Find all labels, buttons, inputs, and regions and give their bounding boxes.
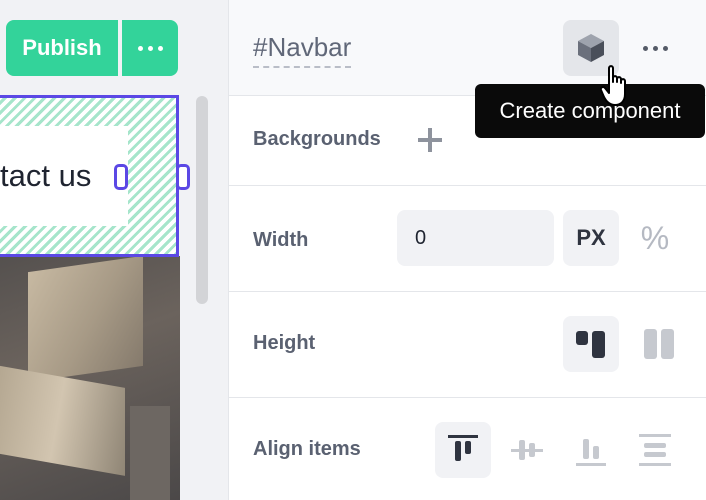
height-auto-icon: [576, 331, 605, 358]
height-label: Height: [253, 332, 316, 354]
unit-percent-button[interactable]: %: [631, 210, 679, 266]
canvas-scrollbar[interactable]: [196, 96, 208, 304]
align-center-button[interactable]: [499, 422, 555, 478]
nav-link-contact[interactable]: tact us: [0, 126, 128, 226]
align-stretch-button[interactable]: [627, 422, 683, 478]
publish-options-button[interactable]: [122, 20, 178, 76]
height-section: Height: [229, 292, 706, 398]
publish-button[interactable]: Publish: [6, 20, 118, 76]
nav-link-text: tact us: [0, 158, 92, 193]
hash-symbol: #: [253, 32, 268, 62]
height-stretch-icon: [644, 329, 674, 359]
unit-px-button[interactable]: PX: [563, 210, 619, 266]
panel-header: #Navbar: [229, 0, 706, 96]
width-input[interactable]: 0: [397, 210, 554, 266]
align-stretch-icon: [639, 434, 671, 466]
plus-icon[interactable]: [418, 128, 442, 152]
cube-icon: [578, 34, 604, 62]
align-end-icon: [576, 439, 606, 466]
hand-cursor-icon: [600, 65, 626, 106]
ellipsis-icon: [137, 45, 143, 51]
element-name[interactable]: #Navbar: [253, 32, 352, 68]
align-center-icon: [511, 440, 543, 460]
design-canvas[interactable]: Publish tact us: [0, 0, 228, 500]
backgrounds-label: Backgrounds: [253, 128, 381, 150]
create-component-tooltip: Create component: [475, 84, 705, 138]
resize-handle-right[interactable]: [176, 164, 190, 190]
align-items-label: Align items: [253, 438, 361, 460]
height-auto-button[interactable]: [563, 316, 619, 372]
resize-handle-left[interactable]: [114, 164, 128, 190]
brick-wall-image: [0, 256, 180, 500]
ellipsis-icon: [642, 45, 648, 51]
height-stretch-button[interactable]: [631, 316, 687, 372]
element-name-text: Navbar: [267, 32, 352, 62]
align-end-button[interactable]: [563, 422, 619, 478]
align-start-icon: [448, 435, 478, 461]
panel-more-button[interactable]: [631, 20, 679, 76]
align-items-section: Align items: [229, 398, 706, 500]
align-start-button[interactable]: [435, 422, 491, 478]
settings-panel: #Navbar Backgrounds Width 0 PX % Height: [228, 0, 706, 500]
width-label: Width: [253, 229, 309, 251]
width-section: Width 0 PX %: [229, 186, 706, 292]
